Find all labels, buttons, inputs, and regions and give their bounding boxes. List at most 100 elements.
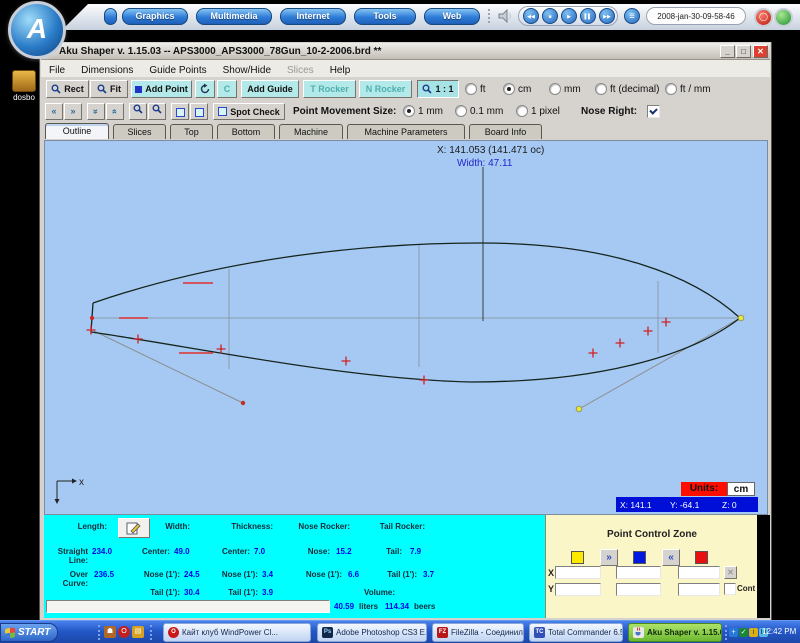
unit-radio-mm[interactable]: mm xyxy=(549,83,581,95)
tab-machine-parameters[interactable]: Machine Parameters xyxy=(347,124,465,139)
radio-icon xyxy=(549,83,561,95)
volume-beers-value: 114.34 xyxy=(385,602,409,611)
pms-radio-01mm[interactable]: 0.1 mm xyxy=(455,105,503,117)
secondary-toolbar: « » » « Spot Check Point Movement Size: … xyxy=(41,101,770,124)
move-down-button[interactable]: « xyxy=(106,103,124,120)
zoom-rect-button[interactable]: Rect xyxy=(46,80,89,98)
unit-radio-ft-decimal[interactable]: ft (decimal) xyxy=(595,83,659,95)
pcz-delete-button: ✕ xyxy=(724,566,737,579)
volume-progress-bar xyxy=(46,600,330,613)
close-button[interactable]: ✕ xyxy=(753,45,768,58)
topbar-menu-internet[interactable]: Internet xyxy=(280,8,346,25)
pcz-y-field-1[interactable] xyxy=(555,583,601,596)
media-forward-button[interactable]: ▶▶ xyxy=(599,8,615,24)
previous-point-button[interactable]: « xyxy=(662,549,680,566)
pms-radio-1pixel[interactable]: 1 pixel xyxy=(516,105,560,117)
tab-slices[interactable]: Slices xyxy=(113,124,166,139)
topbar-menu-tools[interactable]: Tools xyxy=(354,8,416,25)
point-view-button-2[interactable] xyxy=(190,103,208,120)
unit-radio-ft-mm[interactable]: ft / mm xyxy=(665,83,711,95)
topbar-menu-web[interactable]: Web xyxy=(424,8,480,25)
spot-check-button[interactable]: Spot Check xyxy=(213,103,285,120)
rotate-button[interactable] xyxy=(195,80,215,98)
pcz-y-field-3[interactable] xyxy=(678,583,720,596)
tab-machine[interactable]: Machine xyxy=(279,124,343,139)
zoom-out-button[interactable] xyxy=(148,103,166,120)
move-right-button[interactable]: » xyxy=(64,103,82,120)
next-point-button[interactable]: » xyxy=(600,549,618,566)
quick-launch-icon-1[interactable]: ☗ xyxy=(104,626,116,638)
maximize-button[interactable]: □ xyxy=(736,45,751,58)
start-button[interactable]: START xyxy=(0,623,58,642)
media-play-button[interactable]: ▶ xyxy=(561,8,577,24)
add-point-button[interactable]: Add Point xyxy=(131,80,192,98)
speaker-icon[interactable] xyxy=(498,9,514,28)
media-stop-button[interactable]: ■ xyxy=(542,8,558,24)
tab-outline[interactable]: Outline xyxy=(45,123,109,139)
quick-launch-icon-2[interactable]: O xyxy=(118,626,130,638)
pms-radio-1mm[interactable]: 1 mm xyxy=(403,105,443,117)
unit-radio-cm[interactable]: cm xyxy=(503,83,531,95)
tab-board-info[interactable]: Board Info xyxy=(469,124,542,139)
coord-x: X: 141.1 xyxy=(620,500,652,510)
desktop-logo-icon[interactable]: A xyxy=(8,1,66,59)
task-button-photoshop[interactable]: Ps Adobe Photoshop CS3 E... xyxy=(317,623,427,642)
yellow-point-swatch[interactable] xyxy=(571,551,584,564)
photoshop-icon: Ps xyxy=(322,627,333,638)
radio-icon xyxy=(465,83,477,95)
task-button-windpower[interactable]: O Кайт клуб WindPower Cl... xyxy=(163,623,311,642)
menu-dimensions[interactable]: Dimensions xyxy=(73,63,141,76)
zoom-in-button[interactable] xyxy=(129,103,147,120)
start-flag-icon xyxy=(5,627,15,638)
window-title-bar[interactable]: Aku Shaper v. 1.15.03 -- APS3000_APS3000… xyxy=(41,43,770,60)
point-view-button-1[interactable] xyxy=(171,103,189,120)
outline-canvas[interactable]: X: 141.053 (141.471 oc) Width: 47.11 x U… xyxy=(44,140,768,515)
task-button-filezilla[interactable]: FZ FileZilla - Соединились с... xyxy=(432,623,524,642)
pcz-x-field-2[interactable] xyxy=(616,566,661,579)
topbar-menu-graphics[interactable]: Graphics xyxy=(122,8,188,25)
tray-icon-1[interactable]: + xyxy=(729,628,738,637)
taskbar-clock: 12:42 PM xyxy=(762,627,796,636)
topbar-list-button[interactable]: ≡ xyxy=(624,8,640,24)
header-width: Width: xyxy=(146,522,190,531)
noserocker-nose1-label: Nose (1'): xyxy=(294,570,342,579)
add-guide-button[interactable]: Add Guide xyxy=(241,80,299,98)
point-square-icon xyxy=(135,86,142,93)
nose-right-checkbox[interactable] xyxy=(647,105,660,118)
volume-liters-unit: liters xyxy=(359,602,381,611)
move-left-button[interactable]: « xyxy=(45,103,63,120)
cont-checkbox[interactable] xyxy=(724,583,736,595)
topbar-menu-multimedia[interactable]: Multimedia xyxy=(196,8,272,25)
task-button-aku-shaper[interactable]: Aku Shaper v. 1.15.03 --... xyxy=(628,623,722,642)
menu-help[interactable]: Help xyxy=(322,63,359,76)
desktop-icon-dosbox[interactable] xyxy=(12,70,36,92)
move-up-button[interactable]: » xyxy=(87,103,105,120)
unit-radio-ft[interactable]: ft xyxy=(465,83,486,95)
magnifier-icon xyxy=(422,84,432,94)
top-bar-end-pill xyxy=(104,8,117,25)
red-point-swatch[interactable] xyxy=(695,551,708,564)
width-center-label: Center: xyxy=(122,547,170,556)
session-button[interactable] xyxy=(774,8,793,27)
power-button[interactable]: ◯ xyxy=(754,8,773,27)
pcz-x-field-1[interactable] xyxy=(555,566,601,579)
tab-bottom[interactable]: Bottom xyxy=(217,124,275,139)
cursor-position-label: X: 141.053 (141.471 oc) xyxy=(437,145,544,156)
zoom-fit-button[interactable]: Fit xyxy=(90,80,128,98)
blue-point-swatch[interactable] xyxy=(633,551,646,564)
media-rewind-button[interactable]: ◀◀ xyxy=(523,8,539,24)
menu-guide-points[interactable]: Guide Points xyxy=(141,63,214,76)
task-button-total-commander[interactable]: TC Total Commander 6.54a ... xyxy=(529,623,623,642)
one-to-one-zoom-button[interactable]: 1 : 1 xyxy=(417,80,459,98)
minimize-button[interactable]: _ xyxy=(720,45,735,58)
tray-icon-2[interactable]: ✓ xyxy=(739,628,748,637)
tailrocker-tail1-value: 3.7 xyxy=(423,570,434,579)
media-pause-button[interactable]: ▌▌ xyxy=(580,8,596,24)
menu-file[interactable]: File xyxy=(41,63,73,76)
menu-show-hide[interactable]: Show/Hide xyxy=(215,63,279,76)
pcz-x-field-3[interactable] xyxy=(678,566,720,579)
tab-top[interactable]: Top xyxy=(170,124,213,139)
tray-icon-3[interactable]: i xyxy=(749,628,758,637)
quick-launch-icon-3[interactable]: ▤ xyxy=(132,626,144,638)
pcz-y-field-2[interactable] xyxy=(616,583,661,596)
